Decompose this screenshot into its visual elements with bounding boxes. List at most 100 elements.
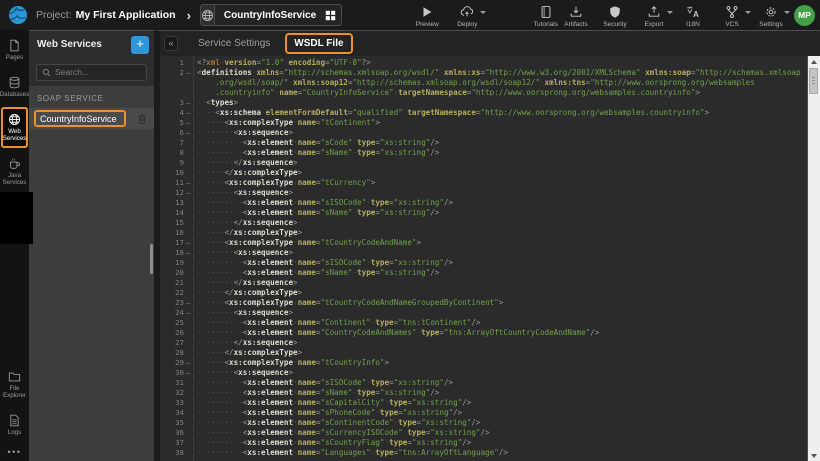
code-text[interactable]: ··········<xs:element·name="sISOCode"·ty… [193,258,807,268]
scroll-up-arrow[interactable] [808,56,820,67]
code-text[interactable]: ··········<xs:element·name="Languages"·t… [193,448,807,458]
code-text[interactable]: ······<xs:complexType·name="tCountryCode… [193,238,807,248]
code-text[interactable]: ········<xs:sequence> [193,128,807,138]
code-text[interactable]: ········<xs:sequence> [193,368,807,378]
collapse-panel-button[interactable]: « [164,36,178,51]
code-line: 9········</xs:sequence> [160,158,807,168]
code-text[interactable]: ········<xs:sequence> [193,248,807,258]
code-text[interactable]: <definitions·xmlns="http://schemas.xmlso… [193,68,807,78]
code-text[interactable]: ········<xs:sequence> [193,188,807,198]
scrollbar-thumb[interactable] [809,68,818,94]
code-text[interactable]: ········</xs:sequence> [193,338,807,348]
sidebar-item-pages[interactable]: Pages [1,33,28,67]
fold-marker[interactable]: – [184,188,193,198]
code-text[interactable]: ··········<xs:element·name="sCapitalCity… [193,398,807,408]
fold-marker[interactable]: – [184,248,193,258]
artifacts-button[interactable]: Artifacts [561,2,591,28]
code-text[interactable]: ··········<xs:element·name="sCode"·type=… [193,138,807,148]
code-text[interactable]: ········</xs:sequence> [193,158,807,168]
code-text[interactable]: ······</xs:complexType> [193,168,807,178]
fold-marker [184,328,193,338]
panel-scrollbar-thumb[interactable] [150,244,153,274]
fold-marker[interactable]: – [184,68,193,78]
vcs-button[interactable]: VCS [717,2,747,28]
settings-button[interactable]: Settings [756,2,786,28]
add-service-button[interactable]: + [131,36,149,54]
preview-button[interactable]: Preview [412,2,442,28]
deploy-button[interactable]: Deploy [452,2,482,28]
fold-marker[interactable]: – [184,98,193,108]
web-services-panel: Web Services + Search... SOAP SERVICE Co… [29,30,154,461]
code-text[interactable]: ··········<xs:element·name="sCountryFlag… [193,438,807,448]
code-text[interactable]: ··········<xs:element·name="sName"·type=… [193,388,807,398]
line-number: 31 [175,378,184,388]
fold-marker[interactable]: – [184,178,193,188]
code-text[interactable]: ··········<xs:element·name="Continent"·t… [193,318,807,328]
code-text[interactable]: ········</xs:sequence> [193,278,807,288]
tutorials-button[interactable]: Tutorials [530,2,561,28]
code-text[interactable]: ··<types> [193,98,807,108]
project-name[interactable]: My First Application [76,9,176,21]
fold-marker[interactable]: – [184,238,193,248]
code-text[interactable]: ······<xs:complexType·name="tCountryInfo… [193,358,807,368]
sidebar-item-logs[interactable]: Logs [1,408,28,442]
fold-marker[interactable]: – [184,368,193,378]
search-input[interactable]: Search... [36,64,147,81]
code-line: 10······</xs:complexType> [160,168,807,178]
line-number: 38 [175,448,184,458]
i18n-button[interactable]: AI18N [678,2,708,28]
code-text[interactable]: ······<xs:complexType·name="tCurrency"> [193,178,807,188]
code-text[interactable]: ······</xs:complexType> [193,228,807,238]
code-text[interactable]: ··········<xs:element·name="CountryCodeA… [193,328,807,338]
code-text[interactable]: ······<xs:complexType·name="tCountryCode… [193,298,807,308]
code-text[interactable]: ··········<xs:element·name="sISOCode"·ty… [193,198,807,208]
code-text[interactable]: ··········<xs:element·name="sPhoneCode"·… [193,408,807,418]
book-icon [539,5,553,19]
code-text[interactable]: ······<xs:complexType·name="tContinent"> [193,118,807,128]
export-button[interactable]: Export [639,2,669,28]
code-text[interactable]: ····<xs:schema·elementFormDefault="quali… [193,108,807,118]
service-list-item[interactable]: CountryInfoService [29,108,154,129]
fold-marker[interactable]: – [184,108,193,118]
code-text[interactable]: <?xml·version="1.0"·encoding="UTF-8"?> [193,58,807,68]
fold-marker[interactable]: – [184,118,193,128]
fold-marker[interactable]: – [184,308,193,318]
security-button[interactable]: Security [600,2,630,28]
code-text[interactable]: ······</xs:complexType> [193,288,807,298]
code-text[interactable]: ········<xs:sequence> [193,308,807,318]
wavemaker-logo-icon[interactable] [8,5,28,25]
trash-icon[interactable] [137,113,147,125]
fold-marker[interactable]: – [184,298,193,308]
code-text[interactable]: .countryinfo"·name="CountryInfoService"·… [193,88,807,98]
code-text[interactable]: ········</xs:sequence> [193,218,807,228]
line-number-gutter: 31 [160,378,193,388]
service-name-highlighted[interactable]: CountryInfoService [34,110,126,127]
line-number: 12 [175,188,184,198]
code-text[interactable]: ··········<xs:element·name="sContinentCo… [193,418,807,428]
wsdl-code-editor[interactable]: 1<?xml·version="1.0"·encoding="UTF-8"?>2… [160,56,807,461]
sidebar-item-file-explorer[interactable]: File Explorer [1,364,28,405]
code-text[interactable]: ······</xs:complexType> [193,348,807,358]
line-number: 16 [175,228,184,238]
user-avatar[interactable]: MP [794,5,815,26]
scroll-down-arrow[interactable] [808,450,820,461]
code-text[interactable]: ··········<xs:element·name="sISOCode"·ty… [193,378,807,388]
open-file-tab[interactable]: CountryInfoService [200,4,342,26]
tab-service-settings[interactable]: Service Settings [189,33,279,54]
code-text[interactable]: ··········<xs:element·name="sName"·type=… [193,208,807,218]
code-line: 7··········<xs:element·name="sCode"·type… [160,138,807,148]
sidebar-item-java-services[interactable]: Java Services [1,151,28,192]
code-text[interactable]: ··········<xs:element·name="sName"·type=… [193,148,807,158]
code-text[interactable]: .org/wsdl/soap/"·xmlns:soap12="http://sc… [193,78,807,88]
sidebar-item-web-services[interactable]: Web Services [1,107,28,148]
line-number: 37 [175,438,184,448]
code-text[interactable]: ··········<xs:element·name="sCurrencyISO… [193,428,807,438]
fold-marker[interactable]: – [184,358,193,368]
apps-grid-icon[interactable] [325,10,342,21]
editor-scrollbar[interactable] [807,56,820,461]
sidebar-item-databases[interactable]: Databases [1,70,28,104]
rail-more-button[interactable]: ••• [8,447,22,457]
fold-marker[interactable]: – [184,128,193,138]
code-text[interactable]: ··········<xs:element·name="sName"·type=… [193,268,807,278]
tab-wsdl-file[interactable]: WSDL File [285,33,352,54]
